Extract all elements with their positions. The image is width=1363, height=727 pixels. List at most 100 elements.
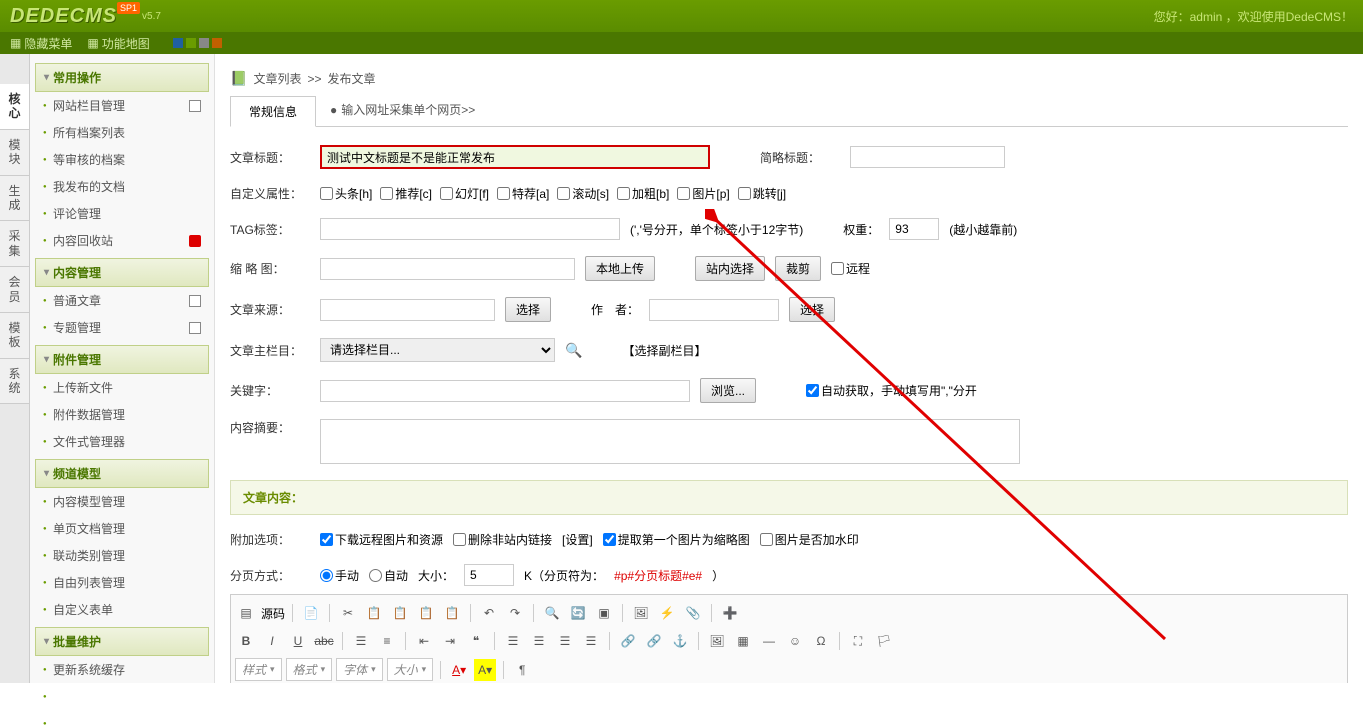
- auto-get-checkbox[interactable]: 自动获取，手动填写用","分开: [806, 382, 977, 399]
- vtab-system[interactable]: 系统: [0, 359, 29, 405]
- style-select[interactable]: 样式: [235, 658, 282, 681]
- maximize-icon[interactable]: ⛶: [847, 630, 869, 652]
- summary-textarea[interactable]: [320, 419, 1020, 464]
- sidebar-item-single[interactable]: 单页文档管理: [35, 515, 209, 542]
- sidebar-item-topic[interactable]: 专题管理: [35, 314, 209, 341]
- sidebar-item-all-docs[interactable]: 所有档案列表: [35, 119, 209, 146]
- special-icon[interactable]: Ω: [810, 630, 832, 652]
- section-content[interactable]: 内容管理: [35, 258, 209, 287]
- page-auto[interactable]: 自动: [369, 567, 408, 584]
- theme-green[interactable]: [186, 38, 196, 48]
- attr-b[interactable]: 加粗[b]: [617, 185, 669, 202]
- ul-icon[interactable]: ≡: [376, 630, 398, 652]
- page-manual[interactable]: 手动: [320, 567, 359, 584]
- redo-icon[interactable]: ↷: [504, 602, 526, 624]
- addon-first[interactable]: 提取第一个图片为缩略图: [603, 531, 750, 548]
- hr-icon[interactable]: —: [758, 630, 780, 652]
- hide-menu-link[interactable]: ▦ 隐藏菜单: [10, 35, 72, 52]
- table-icon[interactable]: ▦: [732, 630, 754, 652]
- unlink-icon[interactable]: 🔗: [643, 630, 665, 652]
- vtab-core[interactable]: 核心: [0, 84, 29, 130]
- smiley-icon[interactable]: ☺: [784, 630, 806, 652]
- keyword-input[interactable]: [320, 380, 690, 402]
- italic-icon[interactable]: I: [261, 630, 283, 652]
- br-icon[interactable]: ¶: [511, 659, 533, 681]
- func-map-link[interactable]: ▦ 功能地图: [87, 35, 149, 52]
- sidebar-item-my-docs[interactable]: 我发布的文档: [35, 173, 209, 200]
- addon-water[interactable]: 图片是否加水印: [760, 531, 859, 548]
- sidebar-item-recycle[interactable]: 内容回收站: [35, 227, 209, 254]
- sidebar-item-cache[interactable]: 更新系统缓存: [35, 656, 209, 683]
- sidebar-item-comments[interactable]: 评论管理: [35, 200, 209, 227]
- paste-text-icon[interactable]: 📋: [415, 602, 437, 624]
- sidebar-item-link[interactable]: 联动类别管理: [35, 542, 209, 569]
- new-icon[interactable]: 📄: [300, 602, 322, 624]
- attr-a[interactable]: 特荐[a]: [497, 185, 549, 202]
- sidebar-item-attach-data[interactable]: 附件数据管理: [35, 401, 209, 428]
- align-center-icon[interactable]: ☰: [528, 630, 550, 652]
- undo-icon[interactable]: ↶: [478, 602, 500, 624]
- source-icon[interactable]: ▤: [235, 602, 257, 624]
- attr-c[interactable]: 推荐[c]: [380, 185, 432, 202]
- theme-orange[interactable]: [212, 38, 222, 48]
- short-title-input[interactable]: [850, 146, 1005, 168]
- sidebar-item-article[interactable]: 普通文章: [35, 287, 209, 314]
- sidebar-item-upload[interactable]: 上传新文件: [35, 374, 209, 401]
- tab-general[interactable]: 常规信息: [230, 96, 316, 127]
- attr-p[interactable]: 图片[p]: [677, 185, 729, 202]
- addon-remove[interactable]: 删除非站内链接: [453, 531, 552, 548]
- sidebar-item-free-list[interactable]: 自由列表管理: [35, 569, 209, 596]
- weight-input[interactable]: [889, 218, 939, 240]
- size-select[interactable]: 大小: [387, 658, 434, 681]
- section-attach[interactable]: 附件管理: [35, 345, 209, 374]
- theme-gray[interactable]: [199, 38, 209, 48]
- sidebar-item-file-manager[interactable]: 文件式管理器: [35, 428, 209, 455]
- align-right-icon[interactable]: ☰: [554, 630, 576, 652]
- align-left-icon[interactable]: ☰: [502, 630, 524, 652]
- vtab-collect[interactable]: 采集: [0, 221, 29, 267]
- vtab-module[interactable]: 模块: [0, 130, 29, 176]
- sub-column-link[interactable]: 【选择副栏目】: [622, 342, 706, 359]
- sidebar-item-model[interactable]: 内容模型管理: [35, 488, 209, 515]
- upload-local-button[interactable]: 本地上传: [585, 256, 655, 281]
- format-select[interactable]: 格式: [286, 658, 333, 681]
- sidebar-item-pending[interactable]: 等审核的档案: [35, 146, 209, 173]
- magnify-icon[interactable]: 🔍: [565, 342, 582, 359]
- attr-j[interactable]: 跳转[j]: [738, 185, 786, 202]
- author-input[interactable]: [649, 299, 779, 321]
- source-input[interactable]: [320, 299, 495, 321]
- page-break-icon[interactable]: ➕: [719, 602, 741, 624]
- attr-s[interactable]: 滚动[s]: [557, 185, 609, 202]
- outdent-icon[interactable]: ⇤: [413, 630, 435, 652]
- select-all-icon[interactable]: ▣: [593, 602, 615, 624]
- browse-button[interactable]: 浏览...: [700, 378, 756, 403]
- paste-word-icon[interactable]: 📋: [441, 602, 463, 624]
- underline-icon[interactable]: U: [287, 630, 309, 652]
- author-select-button[interactable]: 选择: [789, 297, 835, 322]
- flag-icon[interactable]: 🏳: [873, 630, 895, 652]
- remote-checkbox[interactable]: 远程: [831, 260, 870, 277]
- link-icon[interactable]: 🔗: [617, 630, 639, 652]
- bold-icon[interactable]: B: [235, 630, 257, 652]
- column-select[interactable]: 请选择栏目...: [320, 338, 555, 362]
- tab-url-collect[interactable]: 输入网址采集单个网页>>: [318, 95, 487, 126]
- select-site-button[interactable]: 站内选择: [695, 256, 765, 281]
- find-icon[interactable]: 🔍: [541, 602, 563, 624]
- quote-icon[interactable]: ❝: [465, 630, 487, 652]
- vtab-member[interactable]: 会员: [0, 267, 29, 313]
- theme-blue[interactable]: [173, 38, 183, 48]
- source-select-button[interactable]: 选择: [505, 297, 551, 322]
- title-input[interactable]: [320, 145, 710, 169]
- section-batch[interactable]: 批量维护: [35, 627, 209, 656]
- paste-icon[interactable]: 📋: [389, 602, 411, 624]
- thumb-input[interactable]: [320, 258, 575, 280]
- section-common[interactable]: 常用操作: [35, 63, 209, 92]
- attr-h[interactable]: 头条[h]: [320, 185, 372, 202]
- align-justify-icon[interactable]: ☰: [580, 630, 602, 652]
- addon-setting-link[interactable]: [设置]: [562, 531, 593, 548]
- ol-icon[interactable]: ☰: [350, 630, 372, 652]
- bg-color-icon[interactable]: A▾: [474, 659, 496, 681]
- indent-icon[interactable]: ⇥: [439, 630, 461, 652]
- attach-icon[interactable]: 📎: [682, 602, 704, 624]
- tag-input[interactable]: [320, 218, 620, 240]
